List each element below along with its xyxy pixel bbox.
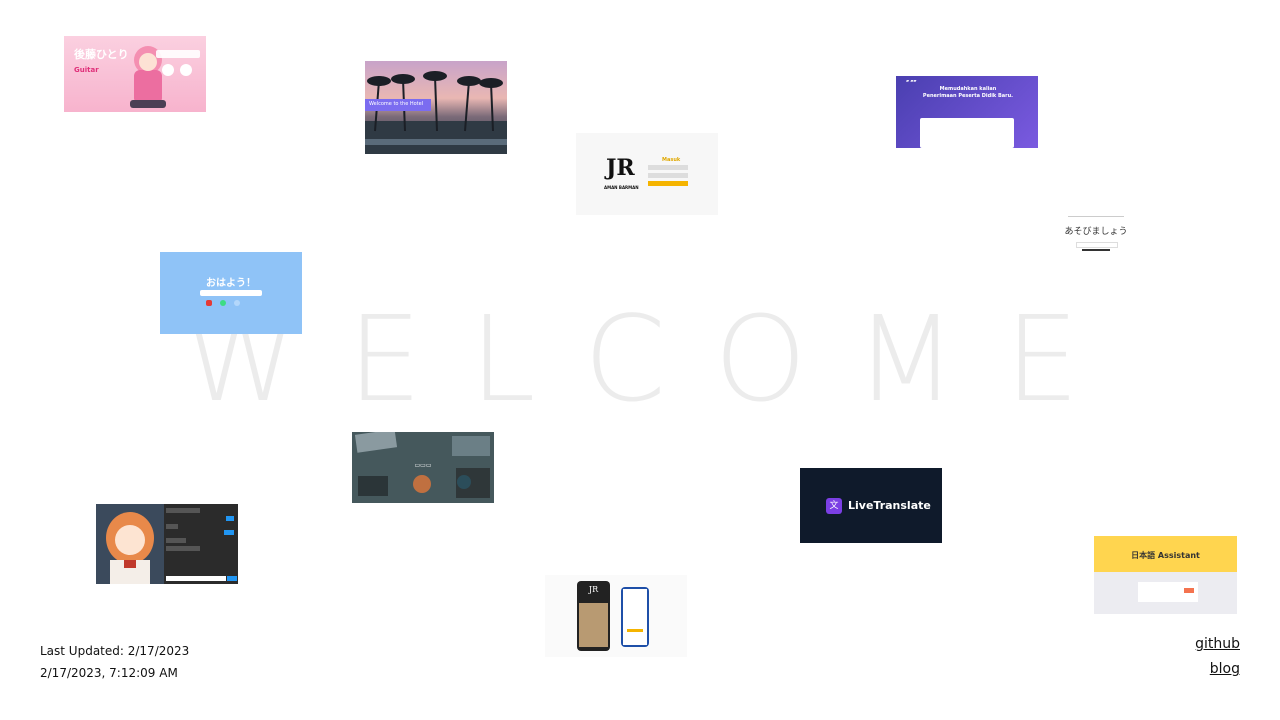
- translate-icon: 文: [826, 498, 842, 514]
- project-thumbnail-desk[interactable]: ▭▭▭: [352, 432, 494, 503]
- thumbnail-title: 後藤ひとり: [74, 48, 129, 61]
- project-thumbnail-hotel[interactable]: Welcome to the Hotel: [365, 61, 507, 154]
- phone-photo: [579, 603, 608, 647]
- last-updated: Last Updated: 2/17/2023: [40, 644, 190, 658]
- anime-character-illustration: [96, 504, 164, 584]
- progress-line: [1082, 249, 1110, 251]
- youtube-icon: [206, 300, 212, 306]
- form-card: [920, 118, 1014, 148]
- blog-link[interactable]: blog: [1195, 657, 1240, 682]
- icon-circle: [180, 64, 192, 76]
- top-nav-line: [1068, 216, 1124, 220]
- project-thumbnail-assistant[interactable]: 日本語 Assistant: [1094, 536, 1237, 614]
- search-bar-mini: [200, 290, 262, 296]
- search-bar-mini: [156, 50, 200, 58]
- phone-screen: [623, 589, 647, 645]
- github-link[interactable]: github: [1195, 632, 1240, 657]
- app-icon: [234, 300, 240, 306]
- chat-bubble: [166, 508, 200, 513]
- project-thumbnail-jr-login[interactable]: JR AMAN BARMAN Masuk: [576, 133, 718, 215]
- chat-bubble-user: [224, 530, 234, 535]
- nav-logo: ▰ ▰▰: [906, 78, 917, 83]
- project-thumbnail-asobimashou[interactable]: あそびましょう: [1062, 214, 1130, 252]
- app-icon: [220, 300, 226, 306]
- chat-bubble-user: [226, 516, 234, 521]
- chat-input: [166, 576, 226, 581]
- login-button: [627, 629, 643, 632]
- input-box: [1076, 242, 1118, 248]
- send-button: [227, 576, 237, 581]
- project-thumbnail-chat[interactable]: [96, 504, 238, 584]
- footer-links: github blog: [1195, 632, 1240, 682]
- password-field: [648, 173, 688, 178]
- email-field: [648, 165, 688, 170]
- jr-logo: JR: [606, 155, 635, 181]
- login-heading: Masuk: [662, 157, 681, 163]
- phone-frame: [621, 587, 649, 647]
- project-thumbnail-ohayou[interactable]: おはよう！: [160, 252, 302, 334]
- project-thumbnail-livetranslate[interactable]: 文 LiveTranslate: [800, 468, 942, 543]
- brand-name: AMAN BARMAN: [604, 185, 639, 190]
- current-datetime: 2/17/2023, 7:12:09 AM: [40, 666, 178, 680]
- thumbnail-title: あそびましょう: [1064, 227, 1128, 237]
- login-button: [648, 181, 688, 186]
- icon-circle: [162, 64, 174, 76]
- thumbnail-title: 日本語 Assistant: [1131, 551, 1200, 560]
- hero-headline: Memudahkan kalian Penerimaan Peserta Did…: [922, 86, 1014, 99]
- thumbnail-subtitle: Guitar: [74, 66, 99, 74]
- chat-bubble: [166, 524, 178, 529]
- thumbnail-title: LiveTranslate: [848, 499, 931, 512]
- hero-banner: Welcome to the Hotel: [365, 99, 431, 111]
- submit-button: [1184, 588, 1194, 593]
- desk-title: ▭▭▭: [414, 462, 432, 469]
- chat-bubble: [166, 546, 200, 551]
- project-thumbnail-mobile[interactable]: JR: [545, 575, 687, 657]
- phone-frame: JR: [577, 581, 610, 651]
- footer-info: Last Updated: 2/17/2023 2/17/2023, 7:12:…: [40, 640, 189, 684]
- project-thumbnail-ppdb[interactable]: ▰ ▰▰ Memudahkan kalian Penerimaan Pesert…: [896, 76, 1038, 148]
- jr-logo: JR: [588, 585, 599, 594]
- thumbnail-title: おはよう！: [206, 278, 256, 289]
- project-thumbnail-hitori[interactable]: 後藤ひとり Guitar: [64, 36, 206, 112]
- chat-bubble: [166, 538, 186, 543]
